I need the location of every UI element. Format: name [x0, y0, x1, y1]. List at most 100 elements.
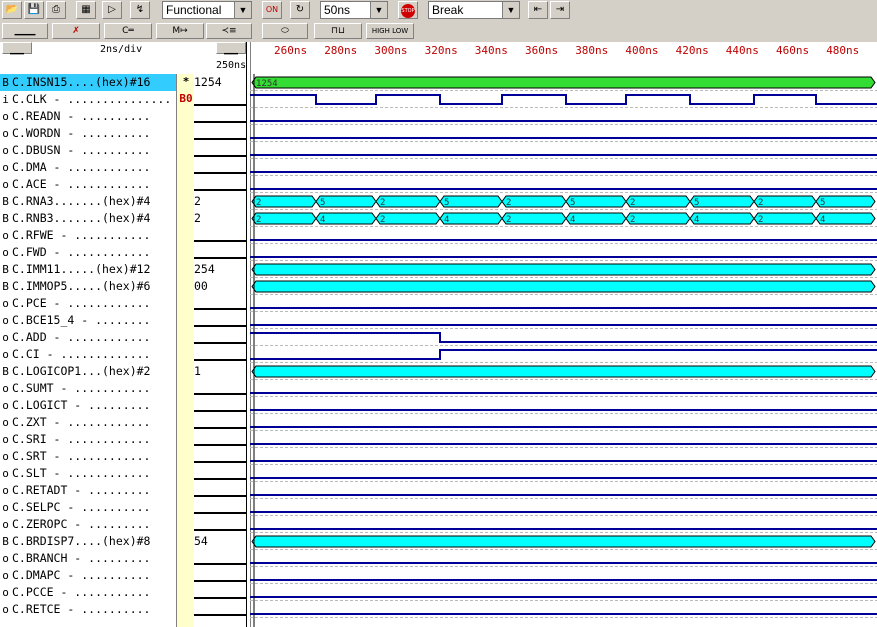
signal-row[interactable]: o C.SRT - ............ — [0, 448, 178, 465]
simulator-icon[interactable]: ▷ — [102, 1, 122, 19]
signal-row[interactable]: i C.CLK - ............... — [0, 91, 178, 108]
save-icon[interactable]: 💾 — [24, 1, 44, 19]
signal-name: C.PCCE - ........... — [12, 585, 151, 599]
value-line — [194, 359, 246, 361]
signal-row[interactable]: o C.SLT - ............ — [0, 465, 178, 482]
signal-row[interactable]: B C.BRDISP7....(hex)#8 — [0, 533, 178, 550]
step-time-select[interactable]: 50ns ▼ — [320, 1, 388, 19]
signal-direction: o — [2, 331, 9, 344]
signal-name: C.BRDISP7....(hex)#8 — [12, 534, 151, 548]
power-on-button[interactable]: ON — [262, 1, 282, 19]
signal-name: C.READN - .......... — [12, 109, 151, 123]
signal-row[interactable]: o C.SUMT - ........... — [0, 380, 178, 397]
signal-name: C.BCE15_4 - ........ — [12, 313, 151, 327]
cursor-time: 250ns — [216, 60, 247, 71]
zoom-in-icon[interactable]: ▁▁ — [2, 42, 32, 55]
waveform-toolbar: ▁▁▁ ✗ C═ M↦ ≺≡ ⬭ ⊓⊔ HIGH LOW 252ns — [0, 22, 877, 60]
value-line — [194, 410, 246, 412]
signal-name: C.SLT - ............ — [12, 466, 151, 480]
step-icon[interactable]: ↻ — [290, 1, 310, 19]
bus-segment-value: 2 — [380, 215, 385, 225]
signal-value: 54 — [194, 534, 208, 548]
signal-name: C.SELPC - .......... — [12, 500, 151, 514]
bus-segment-value: 4 — [820, 215, 825, 225]
bus-segment-value: 5 — [570, 198, 575, 208]
signal-row[interactable]: o C.ZEROPC - ......... — [0, 516, 178, 533]
signal-row[interactable]: o C.ACE - ............ — [0, 176, 178, 193]
clock-pattern-icon[interactable]: ⊓⊔ — [314, 23, 362, 39]
break-value: Break — [432, 3, 464, 17]
value-line — [194, 478, 246, 480]
ruler-tick-label: 340ns — [474, 44, 508, 57]
signal-row[interactable]: o C.DBUSN - .......... — [0, 142, 178, 159]
signal-name: C.RNB3.......(hex)#4 — [12, 211, 151, 225]
hierarchy-icon[interactable]: ▦ — [76, 1, 96, 19]
signal-direction: o — [2, 348, 9, 361]
signal-row[interactable]: o C.WORDN - .......... — [0, 125, 178, 142]
value-line — [194, 342, 246, 344]
signal-row[interactable]: o C.FWD - ............ — [0, 244, 178, 261]
signal-row[interactable]: o C.ADD - ............ — [0, 329, 178, 346]
break-select[interactable]: Break ▼ — [428, 1, 520, 19]
signal-row[interactable]: o C.DMA - ............ — [0, 159, 178, 176]
signal-row[interactable]: o C.SRI - ............ — [0, 431, 178, 448]
value-separator[interactable] — [246, 42, 247, 627]
bus-segment-value: 5 — [820, 198, 825, 208]
signal-row[interactable]: o C.READN - .......... — [0, 108, 178, 125]
ruler-tick-label: 460ns — [776, 44, 810, 57]
signal-row[interactable]: o C.PCCE - ........... — [0, 584, 178, 601]
signal-row[interactable]: B C.RNB3.......(hex)#4 — [0, 210, 178, 227]
stop-button[interactable]: STOP — [398, 1, 418, 19]
value-line — [194, 580, 246, 582]
signal-direction: o — [2, 382, 9, 395]
hex-bus-icon[interactable]: ⬭ — [262, 23, 308, 39]
waveform-edit-icon[interactable]: ↯ — [130, 1, 150, 19]
signal-row[interactable]: o C.PCE - ............ — [0, 295, 178, 312]
signal-row[interactable]: B C.IMM11.....(hex)#12 — [0, 261, 178, 278]
signal-name: C.RETADT - ......... — [12, 483, 151, 497]
value-line — [194, 240, 246, 242]
signal-row[interactable]: o C.RETCE - .......... — [0, 601, 178, 618]
signal-direction: B — [2, 535, 9, 548]
signal-row[interactable]: o C.SELPC - .......... — [0, 499, 178, 516]
print-icon[interactable]: ⎙ — [46, 1, 66, 19]
bus-icon[interactable]: ≺≡ — [206, 23, 252, 39]
sim-mode-select[interactable]: Functional ▼ — [162, 1, 252, 19]
bus-segment — [251, 263, 876, 276]
signal-row[interactable]: o C.LOGICT - ......... — [0, 397, 178, 414]
signal-row[interactable]: o C.DMAPC - .......... — [0, 567, 178, 584]
delete-signal-icon[interactable]: ✗ — [52, 23, 100, 39]
signal-value: 1254 — [194, 75, 222, 89]
value-line — [194, 529, 246, 531]
signal-value: 2 — [194, 211, 201, 225]
signal-row[interactable]: B C.INSN15....(hex)#16 — [0, 74, 178, 91]
measure-icon[interactable]: M↦ — [156, 23, 204, 39]
signal-row[interactable]: B C.RNA3.......(hex)#4 — [0, 193, 178, 210]
signal-row[interactable]: B C.IMMOP5.....(hex)#6 — [0, 278, 178, 295]
signal-row[interactable]: o C.RFWE - ........... — [0, 227, 178, 244]
zoom-ruler-icon[interactable]: ▁▁▁ — [2, 23, 48, 39]
bus-segment — [625, 195, 691, 208]
signal-name: C.BRANCH - ......... — [12, 551, 151, 565]
signal-row[interactable]: o C.RETADT - ......... — [0, 482, 178, 499]
signal-row[interactable]: o C.BRANCH - ......... — [0, 550, 178, 567]
value-line — [194, 495, 246, 497]
find-next-icon[interactable]: ⇥ — [550, 1, 570, 19]
clock-signal-icon[interactable]: C═ — [104, 23, 152, 39]
signal-row[interactable]: o C.ZXT - ............ — [0, 414, 178, 431]
signal-direction: o — [2, 586, 9, 599]
signal-name: C.RNA3.......(hex)#4 — [12, 194, 151, 208]
bus-segment — [375, 195, 441, 208]
open-icon[interactable]: 📂 — [2, 1, 22, 19]
find-prev-icon[interactable]: ⇤ — [528, 1, 548, 19]
bus-segment — [251, 212, 317, 225]
signal-row[interactable]: o C.CI - ............. — [0, 346, 178, 363]
signal-row[interactable]: B C.LOGICOP1...(hex)#2 — [0, 363, 178, 380]
signal-name: C.RETCE - .......... — [12, 602, 151, 616]
sim-mode-value: Functional — [166, 3, 222, 17]
bus-segment-value: 2 — [758, 215, 763, 225]
waveform-area[interactable]: 1254 2 5 2 5 2 5 2 5 2 5 2 4 2 4 2 4 2 4 2 4 — [250, 74, 877, 627]
signal-row[interactable]: o C.BCE15_4 - ........ — [0, 312, 178, 329]
zoom-out-icon[interactable]: ▁▁ — [216, 42, 246, 55]
high-low-button[interactable]: HIGH LOW — [366, 23, 414, 39]
